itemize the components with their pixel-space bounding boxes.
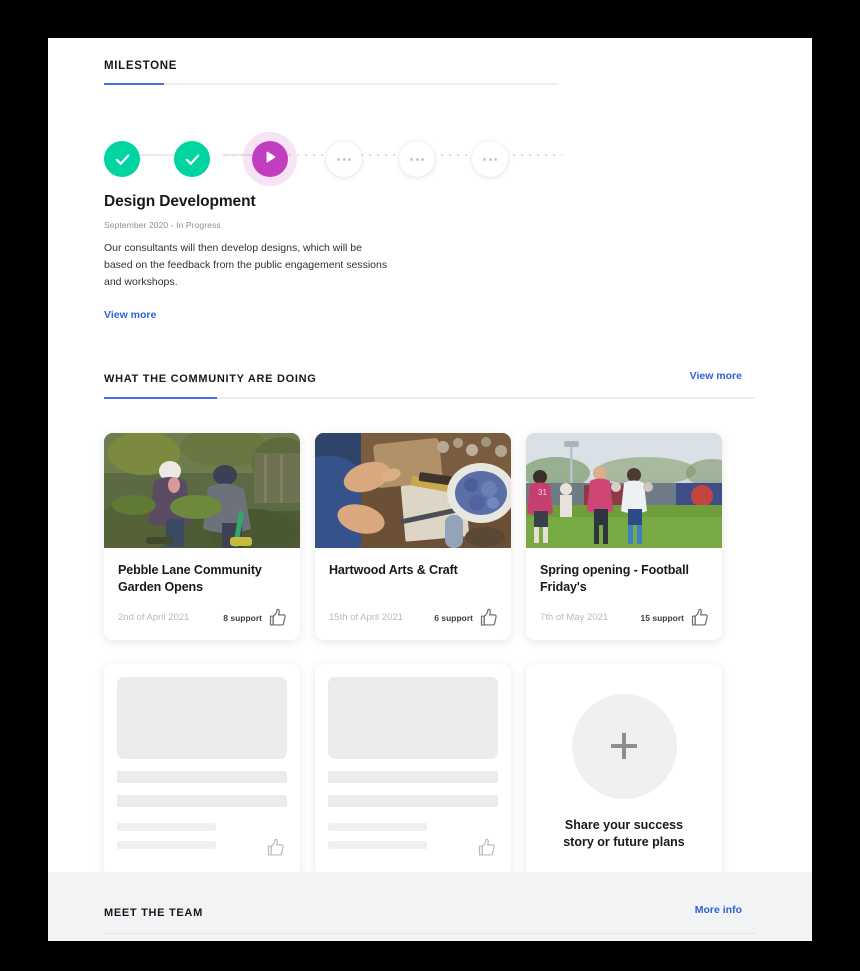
milestone-step-4-pending[interactable] xyxy=(326,141,362,177)
milestone-step-2-complete[interactable] xyxy=(174,141,210,177)
milestone-step-1-complete[interactable] xyxy=(104,141,140,177)
community-card-support[interactable]: 6 support xyxy=(434,607,499,628)
community-card-title: Pebble Lane Community Garden Opens xyxy=(118,563,262,594)
football-match-photo: 31 xyxy=(526,433,722,548)
footer-divider xyxy=(104,933,755,934)
community-card[interactable]: Pebble Lane Community Garden Opens 2nd o… xyxy=(104,433,300,640)
community-card-body: Hartwood Arts & Craft 15th of April 2021… xyxy=(315,548,511,640)
thumbs-up-icon[interactable] xyxy=(265,837,286,858)
community-card-title: Spring opening - Football Friday's xyxy=(540,563,689,594)
community-card-body: Pebble Lane Community Garden Opens 2nd o… xyxy=(104,548,300,640)
ellipsis-icon xyxy=(483,157,497,161)
check-icon xyxy=(114,151,131,168)
placeholder-bar xyxy=(117,841,216,849)
thumbs-up-icon xyxy=(689,607,710,628)
community-card-support[interactable]: 8 support xyxy=(223,607,288,628)
thumbs-up-icon xyxy=(267,607,288,628)
milestone-step-3-active[interactable] xyxy=(252,141,288,177)
check-icon xyxy=(184,151,201,168)
share-circle xyxy=(571,693,677,799)
community-card-support[interactable]: 15 support xyxy=(641,607,710,628)
footer-heading: MEET THE TEAM xyxy=(104,907,203,919)
community-card[interactable]: Hartwood Arts & Craft 15th of April 2021… xyxy=(315,433,511,640)
footer-header: MEET THE TEAM More info xyxy=(104,872,756,934)
ellipsis-icon xyxy=(410,157,424,161)
tab-underline-track xyxy=(104,83,559,85)
community-garden-photo xyxy=(104,433,300,548)
tab-bar: MILESTONE xyxy=(104,38,756,85)
ellipsis-icon xyxy=(337,157,351,161)
footer-more-info-link[interactable]: More info xyxy=(695,904,742,916)
community-card-title: Hartwood Arts & Craft xyxy=(329,563,458,577)
milestone-meta: September 2020 - In Progress xyxy=(104,220,221,230)
plus-icon xyxy=(611,733,637,760)
milestone-title: Design Development xyxy=(104,193,256,210)
play-icon xyxy=(262,149,278,170)
community-card-footer: 15th of April 2021 6 support xyxy=(329,607,499,628)
milestone-stepper xyxy=(104,123,756,187)
placeholder-bar xyxy=(328,795,498,807)
thumbs-up-icon xyxy=(478,607,499,628)
share-story-card[interactable]: Share your success story or future plans xyxy=(526,664,722,876)
milestone-view-more-link[interactable]: View more xyxy=(104,309,156,321)
milestone-description: Our consultants will then develop design… xyxy=(104,242,388,288)
tab-active-underline xyxy=(104,83,164,85)
content-area: MILESTONE Design Development September 2… xyxy=(48,38,812,876)
arts-and-craft-photo xyxy=(315,433,511,548)
placeholder-bar xyxy=(117,795,287,807)
thumbs-up-icon[interactable] xyxy=(476,837,497,858)
community-active-underline xyxy=(104,397,217,399)
community-view-more-link[interactable]: View more xyxy=(690,370,742,382)
placeholder-bar xyxy=(328,771,498,783)
community-card-row-1: Pebble Lane Community Garden Opens 2nd o… xyxy=(104,433,756,640)
support-count: 6 support xyxy=(434,612,473,623)
support-count: 15 support xyxy=(640,612,684,623)
community-underline-track xyxy=(104,397,755,399)
community-card-row-2: Share your success story or future plans xyxy=(104,664,756,876)
share-line-1: Share your success xyxy=(564,817,684,832)
community-card[interactable]: 31 Spring opening - Football Friday's 7t… xyxy=(526,433,722,640)
milestone-step-6-pending[interactable] xyxy=(472,141,508,177)
community-card-date: 7th of May 2021 xyxy=(540,612,609,623)
support-count: 8 support xyxy=(223,612,262,623)
placeholder-bar xyxy=(117,771,287,783)
placeholder-image xyxy=(117,677,287,759)
community-card-body: Spring opening - Football Friday's 7th o… xyxy=(526,548,722,640)
milestone-detail: Design Development September 2020 - In P… xyxy=(104,193,756,323)
share-line-2: story or future plans xyxy=(563,834,685,849)
placeholder-bar xyxy=(117,823,216,831)
placeholder-bar xyxy=(328,823,427,831)
milestone-step-5-pending[interactable] xyxy=(399,141,435,177)
share-story-label: Share your success story or future plans xyxy=(563,817,685,851)
community-card-date: 2nd of April 2021 xyxy=(118,612,190,623)
meet-the-team-section: MEET THE TEAM More info xyxy=(48,872,812,941)
community-card-date: 15th of April 2021 xyxy=(329,612,403,623)
placeholder-card[interactable] xyxy=(104,664,300,876)
placeholder-image xyxy=(328,677,498,759)
tab-milestone[interactable]: MILESTONE xyxy=(104,60,177,83)
community-card-footer: 2nd of April 2021 8 support xyxy=(118,607,288,628)
community-section-header: WHAT THE COMMUNITY ARE DOING View more xyxy=(104,369,756,399)
placeholder-card[interactable] xyxy=(315,664,511,876)
placeholder-bar xyxy=(328,841,427,849)
community-card-footer: 7th of May 2021 15 support xyxy=(540,607,710,628)
svg-text:31: 31 xyxy=(538,488,547,497)
community-heading: WHAT THE COMMUNITY ARE DOING xyxy=(104,373,317,385)
page-canvas: MILESTONE Design Development September 2… xyxy=(48,38,812,941)
